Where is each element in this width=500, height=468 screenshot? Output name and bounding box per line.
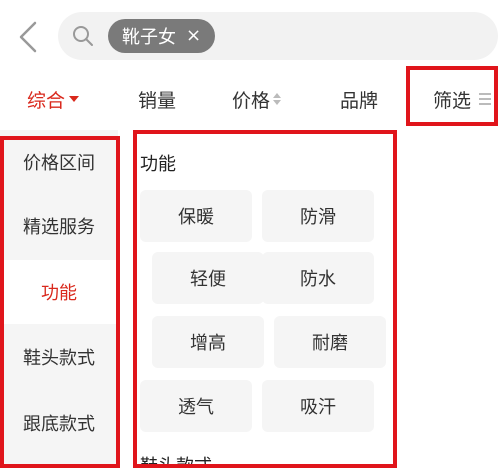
option-breathable[interactable]: 透气	[140, 380, 252, 432]
option-sweat-absorbing[interactable]: 吸汗	[262, 380, 374, 432]
sort-sales[interactable]: 销量	[138, 86, 176, 112]
sort-updown-icon	[273, 93, 282, 105]
search-query-chip[interactable]: 靴子女 ×	[108, 19, 216, 53]
sidebar-item-function[interactable]: 功能	[0, 260, 118, 324]
option-anti-slip[interactable]: 防滑	[262, 190, 374, 242]
section-title-function: 功能	[140, 154, 176, 175]
sidebar-item-price-range[interactable]: 价格区间	[0, 130, 118, 194]
sidebar-item-toe-style[interactable]: 鞋头款式	[0, 325, 118, 389]
option-warm[interactable]: 保暖	[140, 190, 252, 242]
filter-button[interactable]: 筛选	[433, 86, 492, 112]
filter-category-sidebar: 价格区间 精选服务 功能 鞋头款式 跟底款式	[0, 130, 118, 468]
close-icon[interactable]: ×	[186, 27, 201, 45]
search-icon	[73, 26, 93, 46]
sort-comprehensive[interactable]: 综合	[27, 86, 80, 112]
sidebar-item-label: 精选服务	[23, 217, 95, 238]
sort-brand-label: 品牌	[340, 89, 379, 112]
menu-icon	[479, 93, 492, 105]
chevron-left-icon	[19, 21, 37, 53]
back-button[interactable]	[10, 17, 46, 57]
caret-down-icon	[69, 96, 80, 102]
option-lightweight[interactable]: 轻便	[152, 252, 264, 304]
filter-label: 筛选	[433, 89, 472, 112]
sort-comprehensive-label: 综合	[27, 89, 66, 112]
option-waterproof[interactable]: 防水	[262, 252, 374, 304]
filter-options-panel: 功能 保暖 防滑 轻便 防水 增高 耐磨 透气 吸汗 鞋头款式	[132, 130, 394, 468]
search-query-text: 靴子女	[122, 27, 176, 48]
sidebar-item-label: 鞋头款式	[23, 348, 95, 369]
sidebar-item-selected-services[interactable]: 精选服务	[0, 194, 118, 258]
sidebar-item-label: 价格区间	[23, 153, 95, 174]
search-bar[interactable]: 靴子女 ×	[58, 12, 498, 60]
option-height-increase[interactable]: 增高	[152, 316, 264, 368]
sort-price-label: 价格	[232, 89, 271, 112]
option-wear-resistant[interactable]: 耐磨	[274, 316, 386, 368]
sidebar-item-heel-style[interactable]: 跟底款式	[0, 391, 118, 455]
sort-price[interactable]: 价格	[232, 86, 282, 112]
sidebar-item-label: 功能	[41, 283, 77, 304]
sort-brand[interactable]: 品牌	[340, 86, 378, 112]
sidebar-item-label: 跟底款式	[23, 414, 95, 435]
section-title-toe-style: 鞋头款式	[140, 456, 212, 468]
sort-sales-label: 销量	[138, 89, 177, 112]
sort-bar: 综合 销量 价格 品牌 筛选	[0, 72, 500, 126]
